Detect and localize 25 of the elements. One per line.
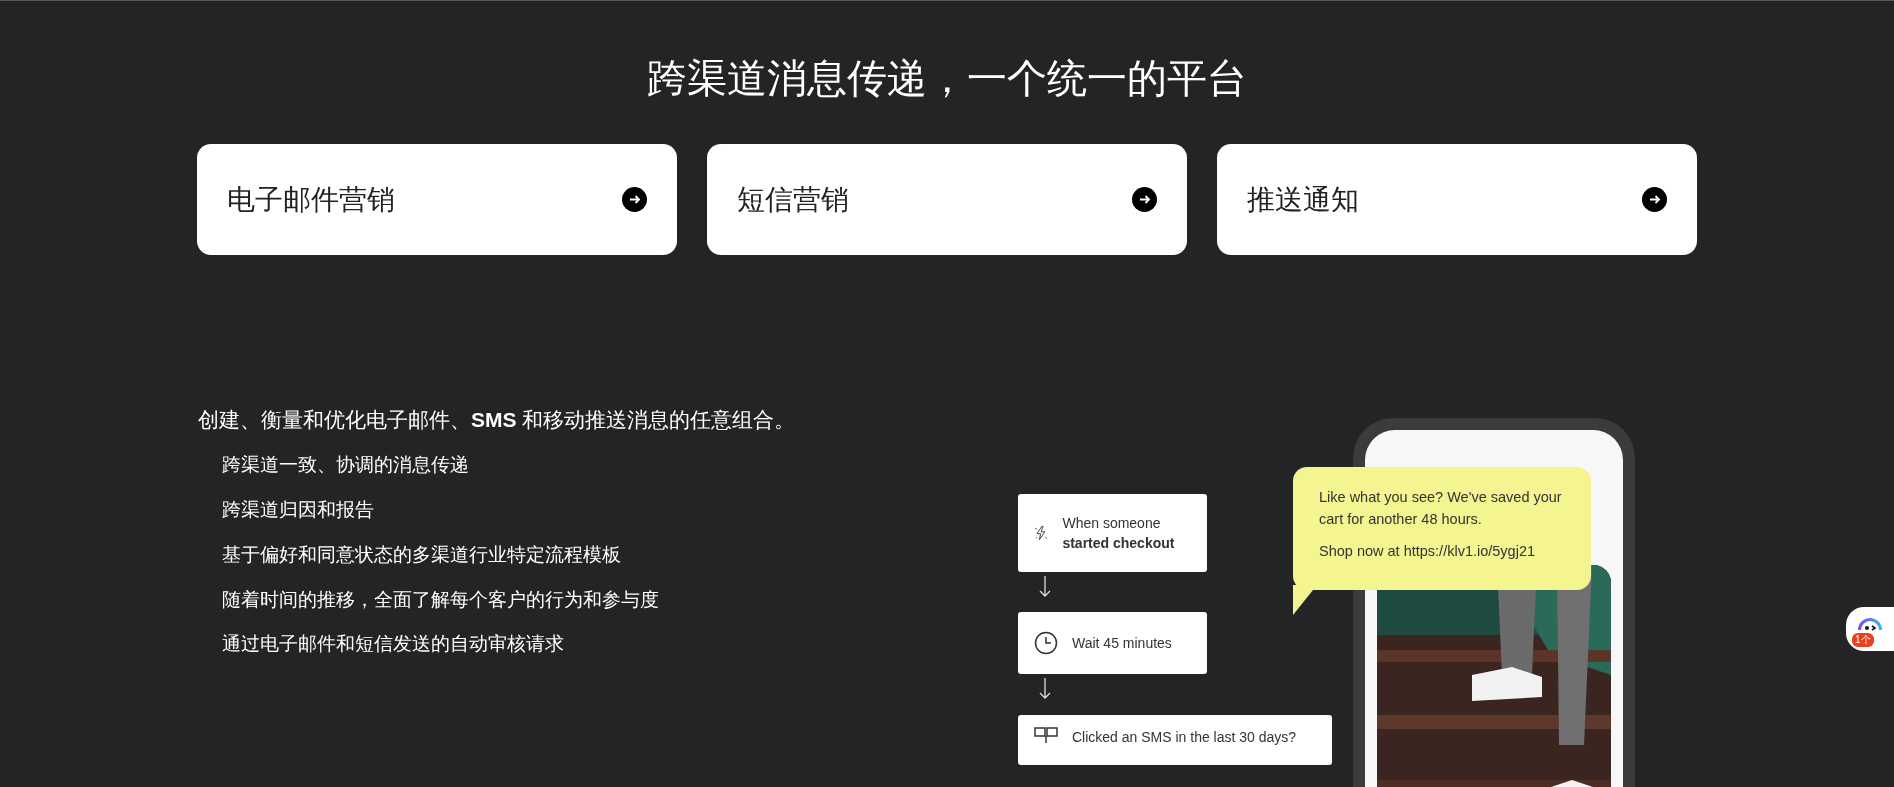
channel-card[interactable]: 短信营销 [707, 144, 1187, 255]
support-widget[interactable]: 1个 [1846, 607, 1894, 651]
notification-badge: 1个 [1852, 633, 1874, 647]
section-heading: 跨渠道消息传递，一个统一的平台 [646, 55, 1248, 102]
feature-item: 跨渠道归因和报告 [222, 498, 375, 523]
flow-step-label: When someone started checkout [1062, 513, 1176, 553]
arrow-right-icon [1132, 187, 1157, 212]
down-arrow [1039, 576, 1051, 598]
feature-item: 跨渠道一致、协调的消息传递 [222, 453, 470, 478]
split-icon [1034, 727, 1058, 743]
feature-item: 基于偏好和同意状态的多渠道行业特定流程模板 [222, 542, 622, 567]
clock-icon [1034, 631, 1058, 655]
channel-card[interactable]: 推送通知 [1217, 144, 1697, 255]
down-arrow [1039, 678, 1051, 700]
feature-item: 随着时间的推移，全面了解每个客户的行为和参与度 [222, 587, 660, 612]
feature-item: 通过电子邮件和短信发送的自动审核请求 [222, 632, 565, 657]
flow-step-label: Clicked an SMS in the last 30 days? [1072, 728, 1297, 747]
arrow-right-icon [1642, 187, 1667, 212]
channel-card[interactable]: 电子邮件营销 [197, 144, 677, 255]
sms-text: Shop now at https://klv1.io/5ygj21 [1319, 541, 1537, 561]
arrow-right-icon [622, 187, 647, 212]
intro-paragraph: 创建、衡量和优化电子邮件、SMS 和移动推送消息的任意组合。 [198, 407, 797, 433]
chat-face-icon [1858, 617, 1882, 631]
flow-step-label: Wait 45 minutes [1072, 633, 1172, 653]
sms-text: Like what you see? We've saved your cart for another 48 hours. [1319, 488, 1563, 529]
